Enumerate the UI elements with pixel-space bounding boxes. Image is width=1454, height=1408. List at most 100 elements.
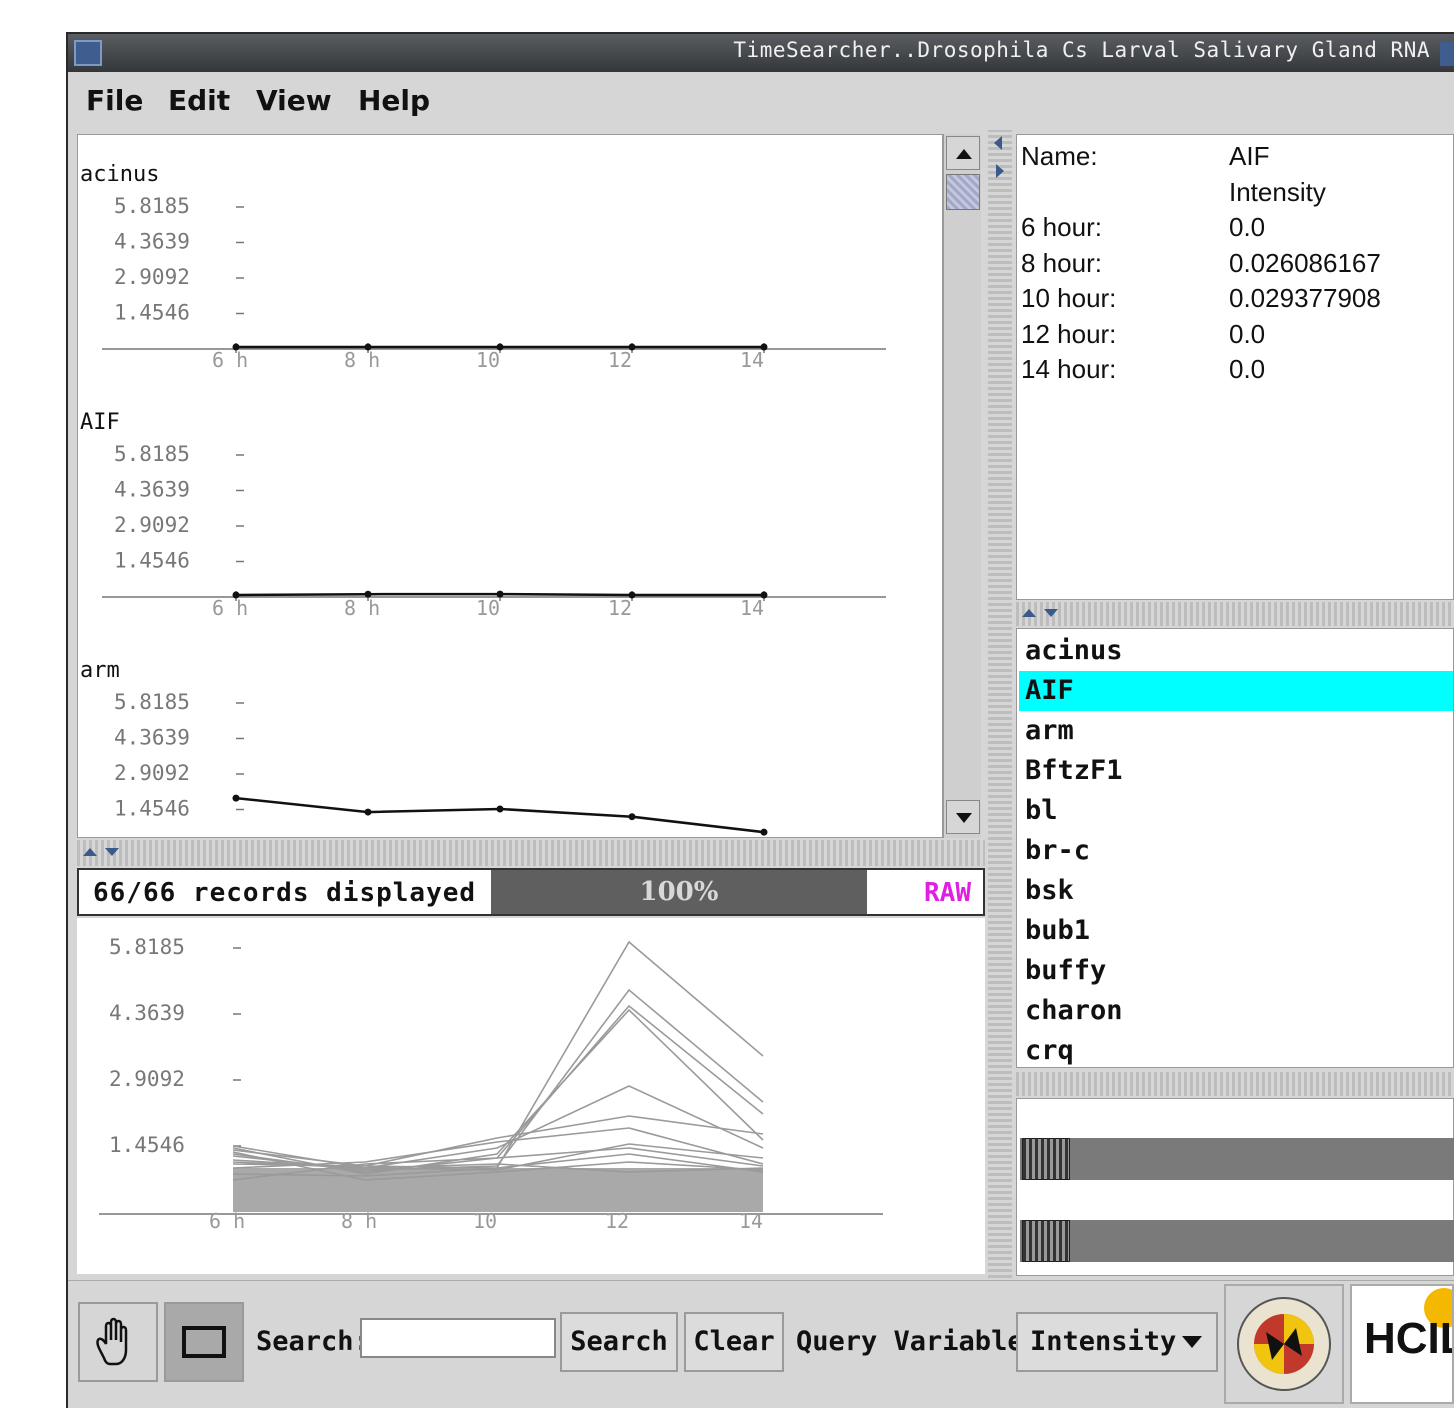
data-point [760,591,768,599]
series-title: AIF [80,410,120,435]
x-tick-label: 6 h [212,348,248,372]
y-tick-label: 1.4546 [114,797,190,821]
detail-label: 12 hour: [1021,318,1117,349]
menu-view[interactable]: View [256,84,332,117]
split-up-icon [1022,609,1036,617]
detail-panel: Name: AIF Intensity 6 hour: 0.0 8 hour: 0.0260… [1016,134,1454,600]
records-count: 66/66 records displayed [93,878,477,908]
hand-tool-button[interactable] [78,1302,158,1382]
detail-value: AIF [1229,141,1270,171]
data-point [628,591,636,599]
data-point [232,794,240,802]
y-tick-label: 5.8185 [114,442,190,466]
gene-list[interactable]: acinus AIF arm BftzF1 bl br-c bsk bub1 b… [1016,628,1454,1068]
horizontal-split-divider[interactable] [77,840,985,866]
x-tick-label: 8 h [341,1209,377,1233]
list-item[interactable]: crq [1019,1031,1453,1067]
horizontal-split-divider[interactable] [1016,1072,1454,1096]
x-tick-label: 14 [740,596,764,620]
list-item[interactable]: buffy [1019,951,1453,991]
x-tick-label: 14 [739,1209,763,1233]
range-slider-thumb[interactable] [1022,1220,1070,1262]
window-title: TimeSearcher..Drosophila Cs Larval Saliv… [733,38,1430,62]
rectangle-tool-button[interactable] [164,1302,244,1382]
detail-value: 0.0 [1229,318,1266,349]
status-bar: 66/66 records displayed 100% RAW [77,868,985,916]
small-multiples-chart: acinus 5.8185 4.3639 2.9092 1.4546 6 h 8 h 10 12… [80,162,886,836]
x-tick-label: 12 [608,596,632,620]
split-down-icon [1044,609,1058,617]
detail-label: 10 hour: [1021,283,1117,313]
list-item[interactable]: arm [1019,711,1453,751]
list-item[interactable]: bsk [1019,871,1453,911]
data-point [496,590,504,598]
data-point [628,343,636,351]
series-line [235,796,765,834]
data-point [760,343,768,351]
detail-value: 0.0 [1229,354,1266,384]
series-title: arm [80,658,120,683]
scroll-down-button[interactable] [946,800,980,834]
horizontal-split-divider[interactable] [1016,602,1454,626]
x-tick-label: 12 [605,1209,629,1233]
chevron-down-icon [1182,1336,1202,1348]
x-tick-label: 6 h [209,1209,245,1233]
list-item[interactable]: charon [1019,991,1453,1031]
vertical-split-divider[interactable] [988,130,1012,1278]
hcil-logo: HCIL [1350,1284,1454,1404]
range-slider-track[interactable] [1020,1220,1454,1262]
data-point [496,343,504,351]
x-tick-label: 8 h [344,596,380,620]
search-button[interactable]: Search [560,1312,678,1372]
list-item[interactable]: br-c [1019,831,1453,871]
list-item[interactable]: bl [1019,791,1453,831]
record-line [232,940,764,1169]
data-point [760,828,768,836]
list-item[interactable]: bub1 [1019,911,1453,951]
clear-button[interactable]: Clear [684,1312,784,1372]
x-tick-label: 6 h [212,596,248,620]
x-tick-label: 12 [608,348,632,372]
y-tick-label: 5.8185 [114,194,190,218]
menu-edit[interactable]: Edit [168,84,230,117]
small-multiples-panel[interactable]: acinus 5.8185 4.3639 2.9092 1.4546 6 h 8 h 10 12… [77,134,943,838]
expand-right-icon [996,164,1004,178]
detail-label: 14 hour: [1021,354,1117,384]
scroll-thumb[interactable] [946,174,980,210]
data-point [232,343,240,351]
range-slider-track[interactable] [1020,1138,1454,1180]
window-menu-button[interactable] [74,40,102,66]
menu-help[interactable]: Help [358,84,430,117]
search-input[interactable] [360,1318,556,1358]
hand-icon [96,1317,128,1366]
series-title: acinus [80,162,159,187]
query-variable-select[interactable]: Intensity [1016,1312,1218,1372]
y-tick-label: 2.9092 [109,1067,185,1091]
vertical-scrollbar[interactable] [943,134,981,838]
list-item-selected[interactable]: AIF [1019,671,1453,711]
detail-label: 8 hour: [1021,247,1102,278]
y-tick-label: 2.9092 [114,513,190,537]
list-item[interactable]: acinus [1019,631,1453,671]
y-tick-label: 1.4546 [114,301,190,325]
rectangle-icon [182,1326,226,1358]
y-tick-label: 1.4546 [109,1133,185,1157]
split-up-icon [83,848,97,856]
data-point [496,805,504,813]
menu-file[interactable]: File [86,84,143,117]
window-control-button[interactable] [1440,42,1454,66]
y-tick-label: 4.3639 [114,230,190,254]
y-tick-label: 5.8185 [109,935,185,959]
y-tick-label: 4.3639 [114,726,190,750]
up-arrow-icon [956,149,972,159]
scroll-up-button[interactable] [946,136,980,170]
range-slider-thumb[interactable] [1022,1138,1070,1180]
x-tick-label: 10 [473,1209,497,1233]
raw-mode-label[interactable]: RAW [924,878,971,908]
list-item[interactable]: BftzF1 [1019,751,1453,791]
query-variable-value: Intensity [1030,1326,1177,1357]
y-tick-label: 2.9092 [114,761,190,785]
overview-panel[interactable]: 5.8185 4.3639 2.9092 1.4546 6 h 8 h 10 12 14 [77,918,985,1274]
data-point [628,813,636,821]
percent-bar: 100% [491,870,867,914]
